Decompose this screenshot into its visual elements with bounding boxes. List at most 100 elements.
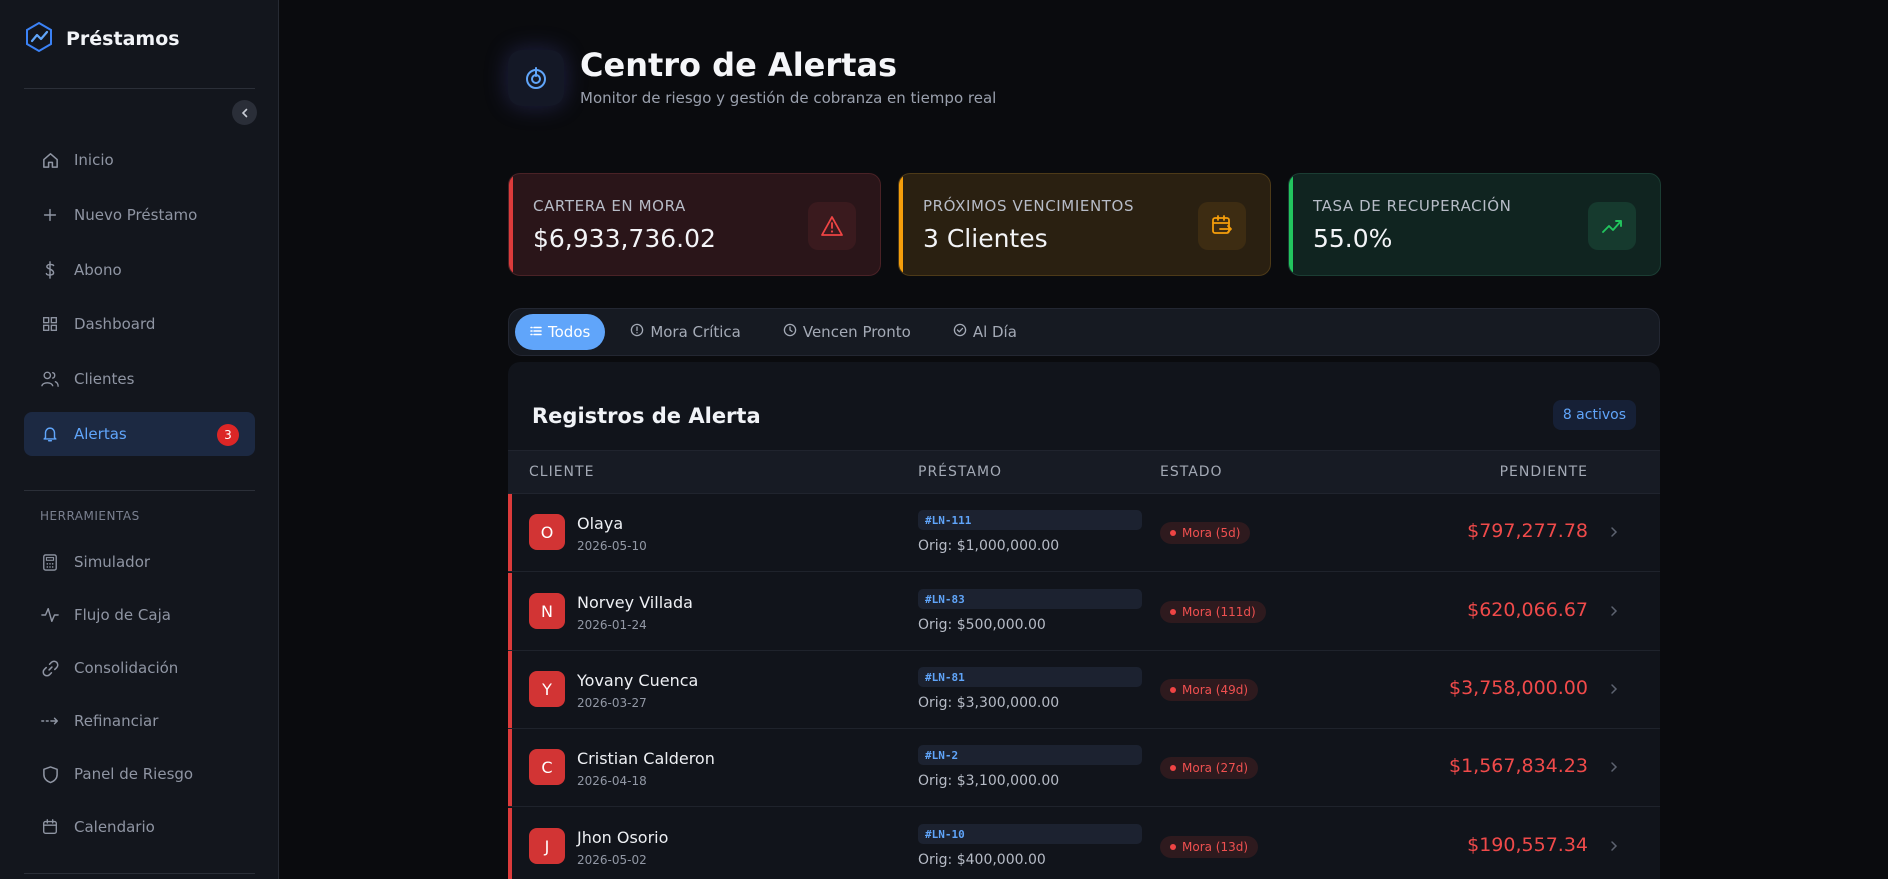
chevron-left-icon: [240, 103, 250, 122]
table-row[interactable]: C Cristian Calderon 2026-04-18 #LN-2 Ori…: [508, 729, 1660, 807]
sidebar-item-label: Simulador: [74, 553, 151, 571]
status-dot: [1170, 530, 1176, 536]
stat-label: CARTERA EN MORA: [533, 197, 686, 215]
table-row[interactable]: O Olaya 2026-05-10 #LN-111 Orig: $1,000,…: [508, 494, 1660, 572]
chevron-right-icon[interactable]: [1604, 836, 1624, 856]
logo-icon: [24, 21, 54, 57]
status-badge: Mora (27d): [1160, 757, 1259, 779]
stat-card-proximos-vencimientos: PRÓXIMOS VENCIMIENTOS 3 Clientes: [898, 173, 1271, 276]
alert-circle-icon: [630, 323, 644, 341]
tab-label: Mora Crítica: [650, 323, 741, 341]
tab-al-dia[interactable]: Al Día: [936, 314, 1034, 350]
sidebar-item-flujo-de-caja[interactable]: Flujo de Caja: [24, 593, 255, 637]
loan-original: Orig: $3,100,000.00: [918, 773, 1060, 789]
status-text: Mora (27d): [1182, 761, 1249, 775]
client-date: 2026-05-10: [577, 539, 647, 553]
page-subtitle: Monitor de riesgo y gestión de cobranza …: [580, 89, 997, 107]
avatar: O: [529, 514, 565, 550]
chevron-right-icon[interactable]: [1604, 522, 1624, 542]
loan-original: Orig: $500,000.00: [918, 617, 1046, 633]
sidebar-item-calendario[interactable]: Calendario: [24, 805, 255, 849]
sidebar-item-label: Calendario: [74, 818, 155, 836]
alert-records-panel: Registros de Alerta 8 activos CLIENTE PR…: [508, 362, 1660, 879]
sidebar-item-label: Abono: [74, 261, 122, 279]
collapse-sidebar-button[interactable]: [232, 100, 257, 125]
grid-icon: [40, 314, 60, 334]
check-circle-icon: [953, 323, 967, 341]
loan-code: #LN-10: [918, 824, 1142, 844]
stat-value: 3 Clientes: [923, 224, 1048, 253]
client-name: Yovany Cuenca: [577, 671, 699, 690]
sidebar-item-label: Nuevo Préstamo: [74, 206, 198, 224]
column-header-prestamo: PRÉSTAMO: [918, 464, 1003, 480]
dollar-icon: [40, 260, 60, 280]
sidebar-item-inicio[interactable]: Inicio: [24, 138, 255, 182]
calendar-arrow-icon: [1198, 202, 1246, 250]
alert-center-icon: [508, 50, 564, 106]
column-header-cliente: CLIENTE: [529, 464, 595, 480]
divider: [24, 873, 255, 874]
loan-original: Orig: $400,000.00: [918, 852, 1046, 868]
list-icon: [530, 323, 542, 341]
home-icon: [40, 150, 60, 170]
status-dot: [1170, 609, 1176, 615]
table-row[interactable]: N Norvey Villada 2026-01-24 #LN-83 Orig:…: [508, 573, 1660, 651]
avatar: Y: [529, 671, 565, 707]
chevron-right-icon[interactable]: [1604, 757, 1624, 777]
plus-icon: [40, 205, 60, 225]
row-accent-bar: [508, 808, 512, 879]
sidebar-item-nuevo-prestamo[interactable]: Nuevo Préstamo: [24, 193, 255, 237]
stat-card-cartera-en-mora: CARTERA EN MORA $6,933,736.02: [508, 173, 881, 276]
card-accent-bar: [899, 174, 903, 275]
tab-mora-critica[interactable]: Mora Crítica: [613, 314, 758, 350]
sidebar-item-alertas[interactable]: Alertas 3: [24, 412, 255, 456]
sidebar-item-label: Flujo de Caja: [74, 606, 171, 624]
app-title: Préstamos: [66, 28, 180, 50]
table-row[interactable]: Y Yovany Cuenca 2026-03-27 #LN-81 Orig: …: [508, 651, 1660, 729]
chevron-right-icon[interactable]: [1604, 601, 1624, 621]
avatar: C: [529, 749, 565, 785]
warning-icon: [808, 202, 856, 250]
sidebar-item-clientes[interactable]: Clientes: [24, 357, 255, 401]
tab-vencen-pronto[interactable]: Vencen Pronto: [766, 314, 928, 350]
divider: [24, 88, 255, 89]
sidebar-item-label: Consolidación: [74, 659, 179, 677]
filter-tabs: Todos Mora Crítica Vencen Pronto Al Día: [508, 308, 1660, 356]
clock-icon: [783, 323, 797, 341]
pending-amount: $797,277.78: [1467, 520, 1588, 542]
tab-todos[interactable]: Todos: [515, 314, 606, 350]
users-icon: [40, 369, 60, 389]
stat-label: PRÓXIMOS VENCIMIENTOS: [923, 197, 1135, 215]
table-row[interactable]: J Jhon Osorio 2026-05-02 #LN-10 Orig: $4…: [508, 808, 1660, 879]
pending-amount: $620,066.67: [1467, 599, 1588, 621]
section-label-tools: HERRAMIENTAS: [40, 509, 140, 523]
chevron-right-icon[interactable]: [1604, 679, 1624, 699]
row-accent-bar: [508, 651, 512, 728]
status-dot: [1170, 765, 1176, 771]
link-icon: [40, 658, 60, 678]
sidebar-item-simulador[interactable]: Simulador: [24, 540, 255, 584]
active-count-badge: 8 activos: [1552, 400, 1636, 430]
sidebar: Préstamos Inicio Nuevo Préstamo Abono Da…: [0, 0, 279, 879]
status-badge: Mora (111d): [1160, 601, 1266, 623]
column-header-estado: ESTADO: [1160, 464, 1223, 480]
sidebar-item-dashboard[interactable]: Dashboard: [24, 302, 255, 346]
arrows-icon: [40, 711, 60, 731]
column-header-pendiente: PENDIENTE: [1499, 464, 1588, 480]
row-accent-bar: [508, 573, 512, 650]
loan-code: #LN-111: [918, 510, 1142, 530]
shield-icon: [40, 764, 60, 784]
row-accent-bar: [508, 729, 512, 806]
sidebar-item-label: Alertas: [74, 425, 127, 443]
status-badge: Mora (49d): [1160, 679, 1259, 701]
sidebar-item-panel-de-riesgo[interactable]: Panel de Riesgo: [24, 752, 255, 796]
sidebar-item-refinanciar[interactable]: Refinanciar: [24, 699, 255, 743]
page-title: Centro de Alertas: [580, 46, 898, 84]
sidebar-item-consolidacion[interactable]: Consolidación: [24, 646, 255, 690]
sidebar-item-abono[interactable]: Abono: [24, 248, 255, 292]
trending-up-icon: [1588, 202, 1636, 250]
sidebar-item-label: Dashboard: [74, 315, 156, 333]
client-name: Olaya: [577, 514, 624, 533]
brand[interactable]: Préstamos: [24, 21, 180, 57]
calculator-icon: [40, 552, 60, 572]
